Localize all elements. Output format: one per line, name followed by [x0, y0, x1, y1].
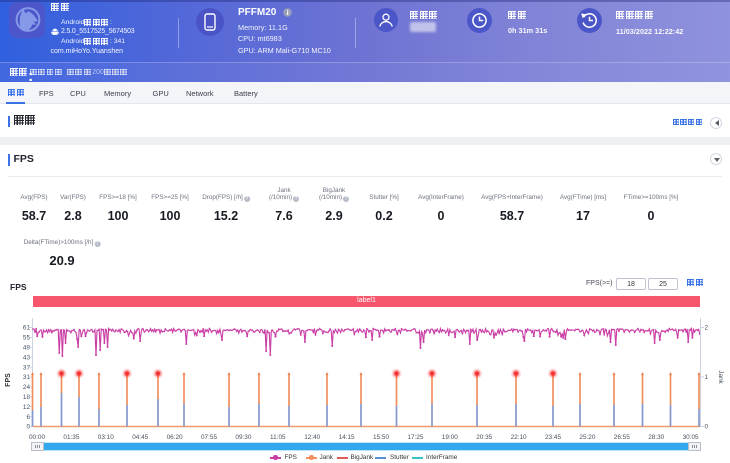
- svg-text:20:35: 20:35: [476, 434, 492, 441]
- svg-text:0: 0: [705, 424, 709, 431]
- svg-text:24: 24: [23, 384, 31, 391]
- svg-text:01:35: 01:35: [63, 434, 79, 441]
- svg-text:15:50: 15:50: [373, 434, 389, 441]
- svg-text:1: 1: [705, 374, 709, 381]
- svg-text:28:30: 28:30: [648, 434, 664, 441]
- svg-text:11:05: 11:05: [270, 434, 286, 441]
- svg-text:Jank: Jank: [717, 370, 724, 384]
- svg-text:09:30: 09:30: [235, 434, 251, 441]
- svg-text:14:15: 14:15: [339, 434, 355, 441]
- svg-text:61: 61: [23, 325, 31, 332]
- svg-text:06:20: 06:20: [167, 434, 183, 441]
- svg-text:30:05: 30:05: [683, 434, 699, 441]
- svg-text:2: 2: [705, 325, 709, 332]
- svg-text:6: 6: [26, 414, 30, 421]
- svg-text:18: 18: [23, 394, 31, 401]
- svg-text:12:40: 12:40: [304, 434, 320, 441]
- svg-text:12: 12: [23, 404, 31, 411]
- svg-text:31: 31: [23, 374, 31, 381]
- svg-text:49: 49: [23, 345, 31, 352]
- svg-text:22:10: 22:10: [511, 434, 527, 441]
- svg-text:23:45: 23:45: [545, 434, 561, 441]
- svg-text:25:20: 25:20: [579, 434, 595, 441]
- svg-text:19:00: 19:00: [442, 434, 458, 441]
- svg-text:FPS: FPS: [5, 373, 12, 387]
- svg-text:00:00: 00:00: [29, 434, 45, 441]
- svg-text:37: 37: [23, 364, 31, 371]
- svg-text:04:45: 04:45: [132, 434, 148, 441]
- svg-text:0: 0: [26, 424, 30, 431]
- svg-text:03:10: 03:10: [98, 434, 114, 441]
- svg-text:26:55: 26:55: [614, 434, 630, 441]
- svg-text:43: 43: [23, 354, 31, 361]
- svg-text:17:25: 17:25: [407, 434, 423, 441]
- svg-text:07:55: 07:55: [201, 434, 217, 441]
- svg-text:55: 55: [23, 335, 31, 342]
